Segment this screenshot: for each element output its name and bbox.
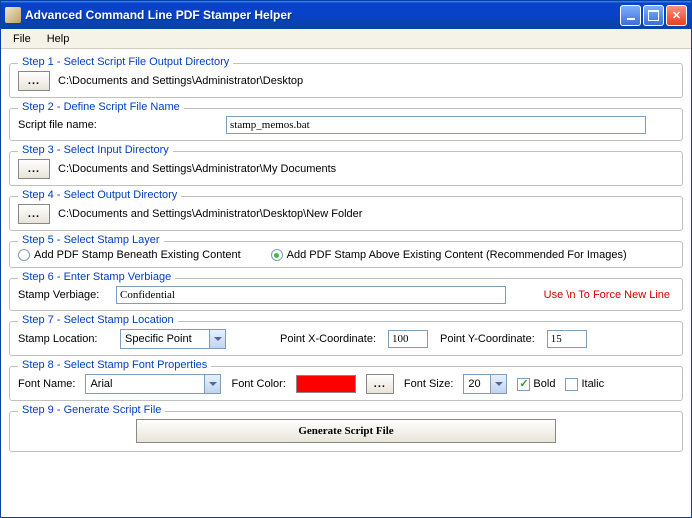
fontname-label: Font Name: <box>18 378 75 390</box>
window-title: Advanced Command Line PDF Stamper Helper <box>25 8 620 22</box>
italic-label: Italic <box>581 378 604 390</box>
checkbox-icon <box>565 378 578 391</box>
stamp-above-label: Add PDF Stamp Above Existing Content (Re… <box>287 249 627 261</box>
app-window: Advanced Command Line PDF Stamper Helper… <box>0 0 692 518</box>
step5: Step 5 - Select Stamp Layer Add PDF Stam… <box>9 241 683 268</box>
step4: Step 4 - Select Output Directory ... C:\… <box>9 196 683 231</box>
stamp-beneath-label: Add PDF Stamp Beneath Existing Content <box>34 249 241 261</box>
step1-legend: Step 1 - Select Script File Output Direc… <box>18 56 233 68</box>
step6: Step 6 - Enter Stamp Verbiage Stamp Verb… <box>9 278 683 311</box>
verbiage-input[interactable] <box>116 286 506 304</box>
maximize-button[interactable] <box>643 5 664 26</box>
color-picker-button[interactable]: ... <box>366 374 394 394</box>
bold-checkbox[interactable]: Bold <box>517 378 555 391</box>
input-dir-path: C:\Documents and Settings\Administrator\… <box>58 163 336 175</box>
y-coord-input[interactable] <box>547 330 587 348</box>
bold-label: Bold <box>533 378 555 390</box>
step5-legend: Step 5 - Select Stamp Layer <box>18 234 164 246</box>
fontname-dropdown[interactable]: Arial <box>85 374 221 394</box>
step9: Step 9 - Generate Script File Generate S… <box>9 411 683 452</box>
stamp-beneath-radio[interactable]: Add PDF Stamp Beneath Existing Content <box>18 249 241 261</box>
location-dropdown-value: Specific Point <box>120 329 210 349</box>
fontcolor-label: Font Color: <box>231 378 285 390</box>
step6-legend: Step 6 - Enter Stamp Verbiage <box>18 271 175 283</box>
menubar: File Help <box>1 29 691 49</box>
menu-help[interactable]: Help <box>39 31 78 47</box>
italic-checkbox[interactable]: Italic <box>565 378 604 391</box>
fontsize-label: Font Size: <box>404 378 454 390</box>
script-filename-input[interactable] <box>226 116 646 134</box>
browse-output-dir-button[interactable]: ... <box>18 71 50 91</box>
step4-legend: Step 4 - Select Output Directory <box>18 189 181 201</box>
y-coord-label: Point Y-Coordinate: <box>440 333 535 345</box>
chevron-down-icon <box>491 374 507 394</box>
font-color-swatch <box>296 375 356 393</box>
step7-legend: Step 7 - Select Stamp Location <box>18 314 178 326</box>
step8: Step 8 - Select Stamp Font Properties Fo… <box>9 366 683 401</box>
content-area: Step 1 - Select Script File Output Direc… <box>1 49 691 517</box>
close-button[interactable] <box>666 5 687 26</box>
step2: Step 2 - Define Script File Name Script … <box>9 108 683 141</box>
radio-icon <box>271 249 283 261</box>
menu-file[interactable]: File <box>5 31 39 47</box>
location-dropdown[interactable]: Specific Point <box>120 329 226 349</box>
chevron-down-icon <box>205 374 221 394</box>
fontname-value: Arial <box>85 374 205 394</box>
verbiage-label: Stamp Verbiage: <box>18 289 108 301</box>
x-coord-label: Point X-Coordinate: <box>280 333 376 345</box>
step2-legend: Step 2 - Define Script File Name <box>18 101 184 113</box>
fontsize-value: 20 <box>463 374 491 394</box>
fontsize-dropdown[interactable]: 20 <box>463 374 507 394</box>
verbiage-hint: Use \n To Force New Line <box>544 289 670 301</box>
location-label: Stamp Location: <box>18 333 108 345</box>
stamp-above-radio[interactable]: Add PDF Stamp Above Existing Content (Re… <box>271 249 627 261</box>
script-filename-label: Script file name: <box>18 119 218 131</box>
step9-legend: Step 9 - Generate Script File <box>18 404 165 416</box>
step8-legend: Step 8 - Select Stamp Font Properties <box>18 359 211 371</box>
step1: Step 1 - Select Script File Output Direc… <box>9 63 683 98</box>
chevron-down-icon <box>210 329 226 349</box>
step3-legend: Step 3 - Select Input Directory <box>18 144 173 156</box>
app-icon <box>5 7 21 23</box>
step7: Step 7 - Select Stamp Location Stamp Loc… <box>9 321 683 356</box>
browse-output-dir2-button[interactable]: ... <box>18 204 50 224</box>
browse-input-dir-button[interactable]: ... <box>18 159 50 179</box>
step3: Step 3 - Select Input Directory ... C:\D… <box>9 151 683 186</box>
minimize-button[interactable] <box>620 5 641 26</box>
generate-script-button[interactable]: Generate Script File <box>136 419 556 443</box>
output-dir-path: C:\Documents and Settings\Administrator\… <box>58 75 303 87</box>
checkbox-icon <box>517 378 530 391</box>
radio-icon <box>18 249 30 261</box>
output-dir2-path: C:\Documents and Settings\Administrator\… <box>58 208 362 220</box>
titlebar: Advanced Command Line PDF Stamper Helper <box>1 1 691 29</box>
x-coord-input[interactable] <box>388 330 428 348</box>
